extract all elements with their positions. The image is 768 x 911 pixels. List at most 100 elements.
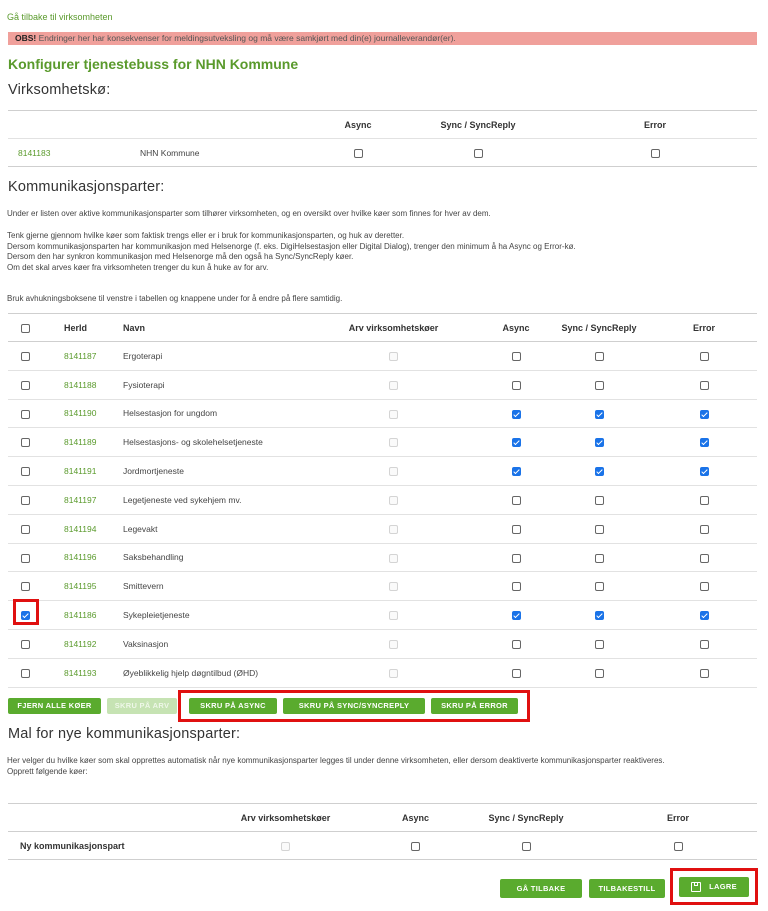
party-error-checkbox[interactable]	[699, 467, 709, 477]
org-name: NHN Kommune	[123, 138, 313, 167]
party-sync-checkbox[interactable]	[594, 668, 604, 678]
template-table: Arv virksomhetskøer Async Sync / SyncRep…	[8, 803, 757, 860]
back-to-org-link[interactable]: Gå tilbake til virksomheten	[7, 12, 113, 22]
save-button[interactable]: LAGRE	[679, 877, 749, 897]
enable-inherit-button[interactable]: SKRU PÅ ARV	[107, 698, 177, 714]
party-sync-checkbox[interactable]	[594, 409, 604, 419]
party-error-checkbox[interactable]	[699, 639, 709, 649]
party-sync-checkbox[interactable]	[594, 467, 604, 477]
party-sync-checkbox[interactable]	[594, 582, 604, 592]
party-row: 8141191 Jordmortjeneste	[8, 457, 757, 486]
party-herid[interactable]: 8141197	[64, 495, 96, 505]
parties-heading: Kommunikasjonsparter:	[8, 179, 165, 195]
party-error-checkbox[interactable]	[699, 524, 709, 534]
party-async-checkbox[interactable]	[511, 553, 521, 563]
row-select-checkbox[interactable]	[20, 582, 30, 592]
party-row: 8141189 Helsestasjons- og skolehelsetjene…	[8, 428, 757, 457]
reset-button[interactable]: TILBAKESTILL	[589, 879, 665, 898]
party-herid[interactable]: 8141191	[64, 466, 96, 476]
party-sync-checkbox[interactable]	[594, 524, 604, 534]
party-herid[interactable]: 8141186	[64, 610, 96, 620]
party-inherit-checkbox	[389, 553, 398, 563]
party-async-checkbox[interactable]	[511, 352, 521, 362]
party-sync-checkbox[interactable]	[594, 380, 604, 390]
row-select-checkbox[interactable]	[20, 438, 30, 448]
party-async-checkbox[interactable]	[511, 668, 521, 678]
party-async-checkbox[interactable]	[511, 409, 521, 419]
party-inherit-checkbox	[389, 409, 398, 419]
party-sync-checkbox[interactable]	[594, 496, 604, 505]
party-herid[interactable]: 8141195	[64, 581, 96, 591]
org-col-sync: Sync / SyncReply	[440, 119, 516, 130]
row-select-checkbox[interactable]	[20, 467, 30, 477]
party-error-checkbox[interactable]	[699, 553, 709, 563]
party-inherit-checkbox	[389, 668, 398, 678]
party-sync-checkbox[interactable]	[594, 553, 604, 563]
party-async-checkbox[interactable]	[511, 611, 521, 621]
selected-row-highlight	[13, 599, 39, 625]
org-error-checkbox[interactable]	[650, 148, 660, 158]
party-error-checkbox[interactable]	[699, 668, 709, 678]
guidance-line-3: Dersom den har synkron kommunikasjon med…	[7, 252, 354, 261]
party-herid[interactable]: 8141196	[64, 552, 96, 562]
row-select-checkbox[interactable]	[20, 380, 30, 390]
tpl-async-checkbox[interactable]	[411, 841, 420, 851]
tpl-error-checkbox[interactable]	[673, 841, 683, 851]
party-row: 8141193 Øyeblikkelig hjelp døgntilbud (ØH…	[8, 658, 757, 688]
party-herid[interactable]: 8141188	[64, 380, 96, 390]
party-row: 8141194 Legevakt	[8, 514, 757, 544]
party-herid[interactable]: 8141193	[64, 668, 96, 678]
party-sync-checkbox[interactable]	[594, 438, 604, 448]
select-all-checkbox[interactable]	[20, 323, 30, 333]
party-sync-checkbox[interactable]	[594, 611, 604, 621]
tpl-sync-checkbox[interactable]	[521, 841, 531, 851]
org-herid[interactable]: 8141183	[18, 148, 50, 158]
party-async-checkbox[interactable]	[511, 380, 521, 390]
row-select-checkbox[interactable]	[20, 668, 30, 678]
warning-prefix: OBS!	[15, 33, 37, 43]
party-error-checkbox[interactable]	[699, 409, 709, 419]
org-async-checkbox[interactable]	[353, 148, 363, 158]
party-inherit-checkbox	[389, 524, 398, 534]
party-name: Helsestasjon for ungdom	[123, 408, 218, 419]
party-name: Smittevern	[123, 581, 164, 592]
col-name: Navn	[123, 322, 146, 333]
party-herid[interactable]: 8141190	[64, 408, 96, 418]
go-back-button[interactable]: GÅ TILBAKE	[500, 879, 582, 898]
party-sync-checkbox[interactable]	[594, 352, 604, 362]
col-sync: Sync / SyncReply	[561, 322, 637, 333]
party-async-checkbox[interactable]	[511, 438, 521, 448]
party-async-checkbox[interactable]	[511, 524, 521, 534]
party-async-checkbox[interactable]	[511, 496, 521, 505]
party-error-checkbox[interactable]	[699, 582, 709, 592]
enable-async-button[interactable]: SKRU PÅ ASYNC	[189, 698, 277, 714]
warning-banner: OBS! Endringer her har konsekvenser for …	[8, 32, 757, 45]
enable-error-button[interactable]: SKRU PÅ ERROR	[431, 698, 518, 714]
party-herid[interactable]: 8141194	[64, 524, 96, 534]
org-sync-checkbox[interactable]	[473, 148, 483, 158]
party-async-checkbox[interactable]	[511, 467, 521, 477]
row-select-checkbox[interactable]	[20, 409, 30, 419]
party-async-checkbox[interactable]	[511, 639, 521, 649]
party-sync-checkbox[interactable]	[594, 639, 604, 649]
party-inherit-checkbox	[389, 582, 398, 592]
remove-all-queues-button[interactable]: FJERN ALLE KØER	[8, 698, 101, 714]
party-error-checkbox[interactable]	[699, 438, 709, 448]
guidance-line-2: Dersom kommunikasjonsparten har kommunik…	[7, 241, 576, 251]
row-select-checkbox[interactable]	[20, 524, 30, 534]
party-error-checkbox[interactable]	[699, 352, 709, 362]
party-error-checkbox[interactable]	[699, 611, 709, 621]
party-error-checkbox[interactable]	[699, 380, 709, 390]
party-herid[interactable]: 8141187	[64, 351, 96, 361]
party-herid[interactable]: 8141189	[64, 437, 96, 447]
party-async-checkbox[interactable]	[511, 582, 521, 592]
row-select-checkbox[interactable]	[20, 496, 30, 505]
party-error-checkbox[interactable]	[699, 496, 709, 505]
party-inherit-checkbox	[389, 467, 398, 477]
row-select-checkbox[interactable]	[20, 352, 30, 362]
row-select-checkbox[interactable]	[20, 553, 30, 563]
row-select-checkbox[interactable]	[20, 639, 30, 649]
party-name: Sykepleietjeneste	[123, 610, 190, 621]
party-herid[interactable]: 8141192	[64, 639, 96, 649]
enable-sync-button[interactable]: SKRU PÅ SYNC/SYNCREPLY	[283, 698, 425, 714]
